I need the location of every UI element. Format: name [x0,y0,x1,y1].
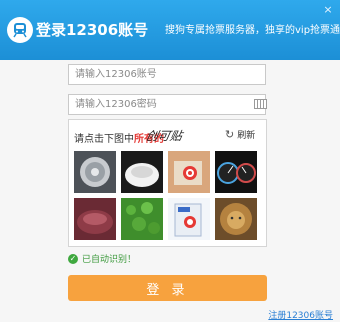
captcha-panel: 请点击下图中所有的 创可贴 ↻ 刷新 [68,119,267,247]
captcha-tile-lion[interactable] [215,198,257,240]
check-circle-icon: ✓ [68,253,78,264]
title-bar: 登录12306账号 搜狗专属抢票服务器，独享的vip抢票通道 × [0,0,340,60]
captcha-tile-green-beans[interactable] [121,198,163,240]
svg-text:创可贴: 创可贴 [146,129,185,143]
captcha-target-word: 创可贴 [146,129,185,143]
captcha-tile-red-beans[interactable] [74,198,116,240]
captcha-tile-bandage-pack[interactable] [168,198,210,240]
captcha-tile-bandage-box[interactable] [168,151,210,193]
register-link[interactable]: 注册12306账号 [268,308,333,321]
refresh-icon: ↻ [225,128,235,141]
captcha-tile-white-bowl[interactable] [121,151,163,193]
window-title: 登录12306账号 [36,21,149,39]
captcha-prompt-prefix: 请点击下图中 [74,134,134,145]
auto-recognized-label: 已自动识别！ [82,255,137,265]
close-button[interactable]: × [320,2,336,16]
captcha-tile-dashboard-gauges[interactable] [215,151,257,193]
captcha-tile-drain-strainer[interactable] [74,151,116,193]
auto-recognized-status: ✓ 已自动识别！ [68,252,136,265]
refresh-button[interactable]: ↻ 刷新 [225,128,255,141]
promo-banner-text: 搜狗专属抢票服务器，独享的vip抢票通道 [165,25,340,36]
train-logo-icon [7,17,33,43]
keyboard-icon[interactable] [254,99,267,109]
refresh-label: 刷新 [237,131,256,141]
account-input[interactable] [68,64,266,85]
login-button[interactable]: 登 录 [68,275,267,301]
password-input[interactable] [68,94,266,115]
